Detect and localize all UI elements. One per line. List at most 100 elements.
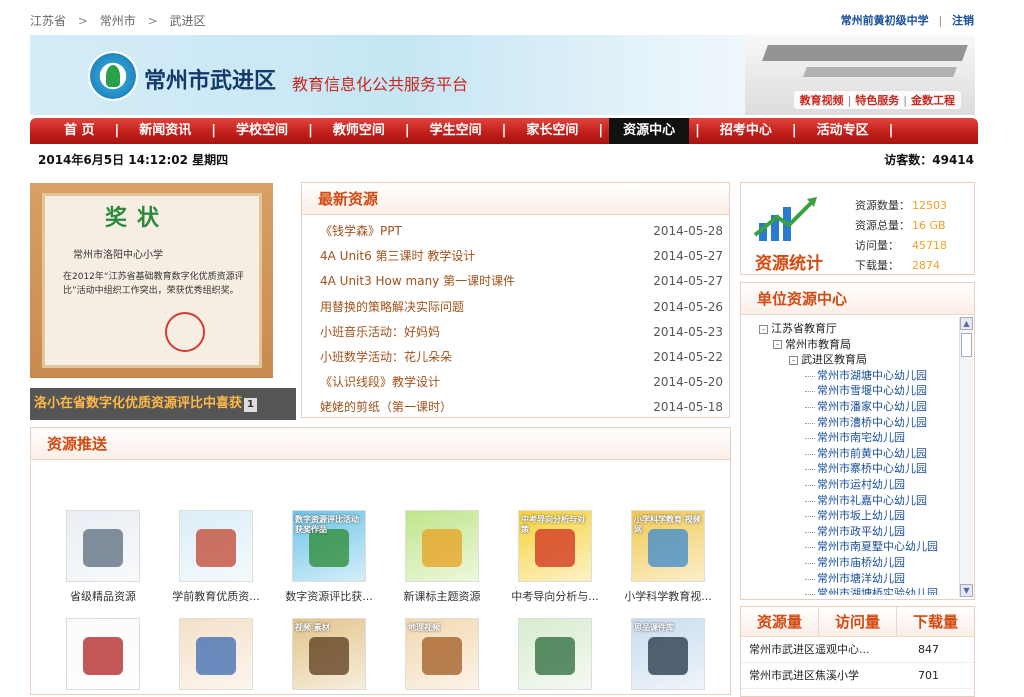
mouse-icon[interactable] (518, 618, 592, 690)
kids-icon[interactable] (405, 510, 479, 582)
tree-node-label[interactable]: 常州市前黄中心幼儿园 (817, 447, 927, 460)
quick-link-project[interactable]: 金数工程 (911, 94, 955, 107)
breadcrumb-city[interactable]: 常州市 (100, 14, 136, 28)
resource-tile-label[interactable]: 新课标主题资源 (386, 588, 498, 604)
list-item[interactable]: 《认识线段》教学设计 2014-05-20 (320, 370, 723, 395)
tree-node-label[interactable]: 常州市湖塘中心幼儿园 (817, 369, 927, 382)
tree-node-leaf[interactable]: 常州市礼嘉中心幼儿园 (751, 493, 957, 509)
resource-tile[interactable]: 汉语拼音课件 (160, 618, 272, 697)
books-icon[interactable] (66, 510, 140, 582)
slides-icon[interactable]: 思品课件库 (631, 618, 705, 690)
resource-title-link[interactable]: 用替换的策略解决实际问题 (320, 295, 464, 320)
rank-name[interactable]: 常州市武进区焦溪小学 (749, 663, 889, 688)
tree-node-leaf[interactable]: 常州市塘洋幼儿园 (751, 571, 957, 587)
rank-tab[interactable]: 下载量 (897, 607, 974, 636)
tree-node-label[interactable]: 常州市教育局 (785, 338, 851, 351)
nav-item[interactable]: 资源中心 (609, 118, 690, 144)
scroll-thumb[interactable] (961, 333, 972, 357)
resource-tile[interactable]: 思品课件库思品课件库 (612, 618, 724, 697)
tree-node-leaf[interactable]: 常州市雪堰中心幼儿园 (751, 383, 957, 399)
resource-title-link[interactable]: 《钱学森》PPT (320, 219, 402, 244)
resource-tile[interactable]: 视频 素材历史视频素材库 (273, 618, 385, 697)
tree-node-leaf[interactable]: 常州市寨桥中心幼儿园 (751, 461, 957, 477)
resource-tile-label[interactable]: 数字资源评比获... (273, 588, 385, 604)
tree-node-leaf[interactable]: 常州市庙桥幼儿园 (751, 555, 957, 571)
resource-tile-label[interactable]: 中考导向分析与... (499, 588, 611, 604)
slideshow-caption-text[interactable]: 洛小在省数字化优质资源评比中喜获 (34, 396, 242, 411)
tree-node-folder[interactable]: - 常州市教育局 (751, 337, 957, 353)
tree-node-label[interactable]: 常州市政平幼儿园 (817, 525, 905, 538)
logout-link[interactable]: 注销 (952, 14, 974, 27)
tree-node-leaf[interactable]: 常州市潘家中心幼儿园 (751, 399, 957, 415)
list-item[interactable]: 小班数学活动：花儿朵朵 2014-05-22 (320, 345, 723, 370)
tree-node-leaf[interactable]: 常州市漕桥中心幼儿园 (751, 415, 957, 431)
tree-node-label[interactable]: 常州市雪堰中心幼儿园 (817, 384, 927, 397)
rank-tab[interactable]: 访问量 (819, 607, 897, 636)
resource-tile[interactable]: 省级精品资源 (47, 510, 159, 604)
list-item[interactable]: 姥姥的剪纸（第一课时） 2014-05-18 (320, 395, 723, 420)
resource-tile[interactable]: 中考导向分析与对策中考导向分析与... (499, 510, 611, 604)
science-icon[interactable]: 小学科学教育 视频网 (631, 510, 705, 582)
rank-name[interactable]: 常州市武进区遥观中心... (749, 637, 889, 662)
resource-tile-label[interactable]: 学前教育优质资... (160, 588, 272, 604)
collapse-icon[interactable]: - (759, 324, 768, 334)
resource-tile-label[interactable]: 小学科学教育视... (612, 588, 724, 604)
tree-scrollbar[interactable]: ▲ ▼ (959, 317, 973, 597)
nav-item[interactable]: 新闻资讯 (125, 118, 205, 144)
nav-item[interactable]: 活动专区 (803, 118, 883, 144)
nav-item[interactable]: 学校空间 (222, 118, 302, 144)
slideshow-caption[interactable]: 洛小在省数字化优质资源评比中喜获 1 (30, 388, 296, 420)
film-icon[interactable]: 视频 素材 (292, 618, 366, 690)
tree-node-leaf[interactable]: 常州市坂上幼儿园 (751, 508, 957, 524)
tree-node-label[interactable]: 常州市潘家中心幼儿园 (817, 400, 927, 413)
tree-node-label[interactable]: 武进区教育局 (801, 353, 867, 366)
tree-node-label[interactable]: 常州市坂上幼儿园 (817, 509, 905, 522)
resource-title-link[interactable]: 4A Unit6 第三课时 教学设计 (320, 244, 475, 269)
tree-node-leaf[interactable]: 常州市南宅幼儿园 (751, 430, 957, 446)
tree-node-label[interactable]: 江苏省教育厅 (771, 322, 837, 335)
tree-node-label[interactable]: 常州市礼嘉中心幼儿园 (817, 494, 927, 507)
tree-node-folder[interactable]: - 江苏省教育厅 (751, 321, 957, 337)
nav-item[interactable]: 家长空间 (512, 118, 592, 144)
geography-icon[interactable]: 地理视频 (405, 618, 479, 690)
girl-icon[interactable] (179, 618, 253, 690)
rank-tab[interactable]: 资源量 (741, 607, 819, 636)
list-item[interactable]: 4A Unit3 How many 第一课时课件 2014-05-27 (320, 269, 723, 294)
windmill-icon[interactable] (179, 510, 253, 582)
resource-tile[interactable]: 地理视频地理视频素材库 (386, 618, 498, 697)
tree-node-leaf[interactable]: 常州市运村幼儿园 (751, 477, 957, 493)
slideshow-index[interactable]: 1 (244, 398, 257, 412)
tree-node-leaf[interactable]: 常州市前黄中心幼儿园 (751, 446, 957, 462)
resource-tile[interactable]: 学前教育优质资... (160, 510, 272, 604)
school-link[interactable]: 常州前黄初级中学 (841, 14, 929, 27)
tree-node-label[interactable]: 常州市塘洋幼儿园 (817, 572, 905, 585)
slideshow-image[interactable]: 奖状 常州市洛阳中心小学 在2012年“江苏省基础教育数字化优质资源评比”活动中… (30, 183, 273, 378)
resource-title-link[interactable]: 《认识线段》教学设计 (320, 370, 440, 395)
resource-tile[interactable]: 数字资源评比活动 获奖作品数字资源评比获... (273, 510, 385, 604)
resource-tile[interactable]: 新课标主题资源 (386, 510, 498, 604)
nav-item[interactable]: 教师空间 (319, 118, 399, 144)
quick-link-services[interactable]: 特色服务 (855, 94, 899, 107)
list-item[interactable]: 《钱学森》PPT 2014-05-28 (320, 219, 723, 244)
resource-tile[interactable]: 信息技术素材库 (499, 618, 611, 697)
quick-link-video[interactable]: 教育视频 (800, 94, 844, 107)
nav-item[interactable]: 首 页 (50, 118, 109, 144)
tree-node-label[interactable]: 常州市运村幼儿园 (817, 478, 905, 491)
tree-node-label[interactable]: 常州市湖塘桥实验幼儿园 (817, 587, 938, 595)
tree-node-leaf[interactable]: 常州市湖塘中心幼儿园 (751, 368, 957, 384)
tree-node-label[interactable]: 常州市寨桥中心幼儿园 (817, 462, 927, 475)
resource-tile[interactable]: 新课程初中课堂... (47, 618, 159, 697)
list-item[interactable]: 4A Unit6 第三课时 教学设计 2014-05-27 (320, 244, 723, 269)
breadcrumb-province[interactable]: 江苏省 (30, 14, 66, 28)
students-icon[interactable]: 中考导向分析与对策 (518, 510, 592, 582)
resource-tile[interactable]: 小学科学教育 视频网小学科学教育视... (612, 510, 724, 604)
scroll-down-icon[interactable]: ▼ (960, 584, 973, 597)
award-icon[interactable]: 数字资源评比活动 获奖作品 (292, 510, 366, 582)
site-logo-icon[interactable] (88, 51, 138, 101)
tree-node-label[interactable]: 常州市漕桥中心幼儿园 (817, 416, 927, 429)
resource-title-link[interactable]: 小班音乐活动：好妈妈 (320, 320, 440, 345)
resource-title-link[interactable]: 小班数学活动：花儿朵朵 (320, 345, 452, 370)
resource-title-link[interactable]: 4A Unit3 How many 第一课时课件 (320, 269, 515, 294)
nav-item[interactable]: 招考中心 (706, 118, 786, 144)
tree-node-leaf[interactable]: 常州市政平幼儿园 (751, 524, 957, 540)
